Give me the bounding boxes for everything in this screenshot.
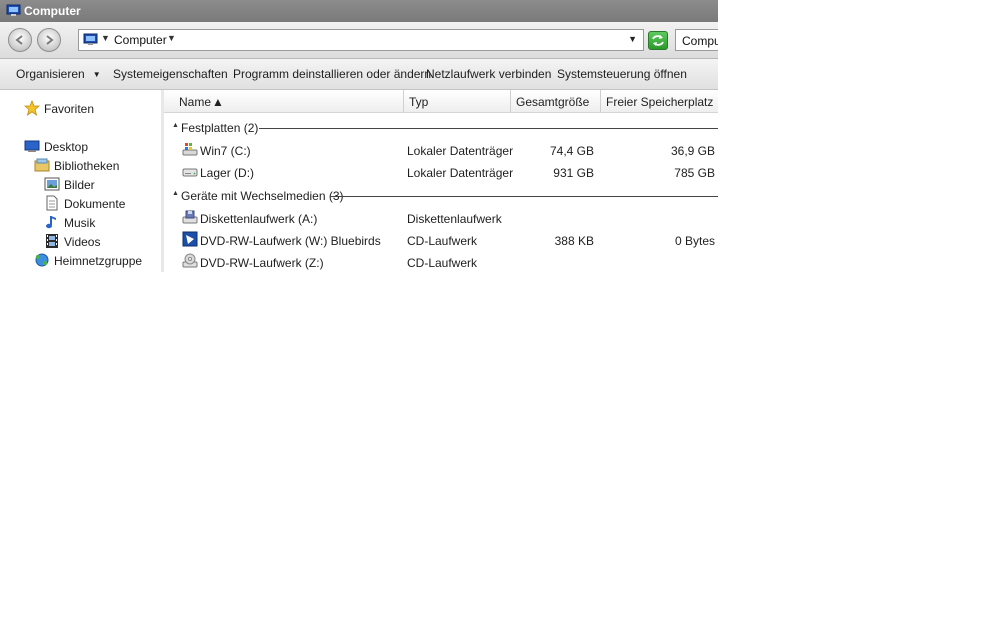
- list-item[interactable]: Lager (D:) Lokaler Datenträger 931 GB 78…: [164, 162, 718, 182]
- sort-ascending-icon: ▲: [212, 95, 224, 109]
- desktop-icon: [24, 140, 40, 152]
- video-icon: [46, 234, 58, 248]
- chevron-down-icon[interactable]: ▼: [167, 33, 176, 43]
- library-icon: [34, 158, 50, 172]
- explorer-window: Computer ▼ Computer ▼ ▼ Compu Organisier…: [0, 0, 718, 272]
- star-icon: [24, 100, 40, 116]
- back-button[interactable]: [8, 28, 32, 52]
- navigation-bar: ▼ Computer ▼ ▼ Comput: [0, 22, 718, 59]
- chevron-down-icon: ▼: [92, 70, 101, 79]
- group-header-hard-disks[interactable]: ▲ Festplatten (2): [164, 119, 718, 137]
- system-drive-icon: [182, 143, 198, 156]
- breadcrumb[interactable]: Computer: [114, 33, 167, 47]
- window-title: Computer: [24, 4, 81, 18]
- list-item[interactable]: Win7 (C:) Lokaler Datenträger 74,4 GB 36…: [164, 140, 718, 160]
- system-properties-button[interactable]: Systemeigenschaften: [113, 67, 228, 81]
- search-text: Comput: [682, 34, 718, 48]
- homegroup-icon: [35, 253, 49, 267]
- navigation-pane: Favoriten Desktop Bibliotheken Bilder Do…: [0, 90, 162, 272]
- uninstall-program-button[interactable]: Programm deinstallieren oder ändern: [233, 67, 431, 81]
- address-history-dropdown[interactable]: ▼: [628, 34, 637, 44]
- document-icon: [46, 195, 58, 211]
- organize-label: Organisieren: [16, 67, 85, 81]
- computer-icon: [83, 33, 98, 45]
- pictures-icon: [44, 177, 60, 191]
- map-network-drive-button[interactable]: Netzlaufwerk verbinden: [426, 67, 551, 81]
- list-item[interactable]: DVD-RW-Laufwerk (W:) Bluebirds CD-Laufwe…: [164, 230, 718, 250]
- list-item[interactable]: Diskettenlaufwerk (A:) Diskettenlaufwerk: [164, 208, 718, 228]
- file-list: Name ▲ Typ Gesamtgröße Freier Speicherpl…: [164, 90, 718, 272]
- collapse-triangle-icon[interactable]: ▲: [172, 122, 179, 129]
- computer-icon: [6, 4, 21, 16]
- arrow-right-icon: [46, 35, 54, 45]
- column-header-total-size[interactable]: Gesamtgröße: [511, 90, 601, 112]
- arrow-left-icon: [15, 35, 23, 45]
- forward-button[interactable]: [37, 28, 61, 52]
- chevron-down-icon[interactable]: ▼: [101, 33, 110, 43]
- group-divider: [259, 128, 718, 129]
- dvd-drive-icon: [182, 253, 198, 268]
- collapse-triangle-icon[interactable]: ▲: [172, 190, 179, 197]
- organize-button[interactable]: Organisieren ▼: [16, 67, 101, 81]
- command-bar: Organisieren ▼ Systemeigenschaften Progra…: [0, 59, 718, 90]
- group-header-removable-devices[interactable]: ▲ Geräte mit Wechselmedien (3): [164, 187, 718, 205]
- column-header-name[interactable]: Name ▲: [164, 90, 404, 112]
- dvd-disc-icon: [182, 231, 198, 247]
- address-bar[interactable]: ▼ Computer ▼ ▼: [78, 29, 644, 51]
- column-header-row: Name ▲ Typ Gesamtgröße Freier Speicherpl…: [164, 90, 718, 113]
- group-divider: [330, 196, 718, 197]
- search-input[interactable]: Comput: [675, 29, 718, 51]
- refresh-button[interactable]: [648, 31, 668, 50]
- open-control-panel-button[interactable]: Systemsteuerung öffnen: [557, 67, 687, 81]
- column-header-type[interactable]: Typ: [404, 90, 511, 112]
- floppy-drive-icon: [182, 210, 198, 224]
- refresh-icon: [652, 35, 664, 46]
- title-bar: Computer: [0, 0, 718, 22]
- column-header-free-space[interactable]: Freier Speicherplatz: [601, 90, 718, 112]
- music-icon: [46, 216, 56, 229]
- hard-drive-icon: [182, 168, 198, 177]
- list-item[interactable]: DVD-RW-Laufwerk (Z:) CD-Laufwerk: [164, 252, 718, 272]
